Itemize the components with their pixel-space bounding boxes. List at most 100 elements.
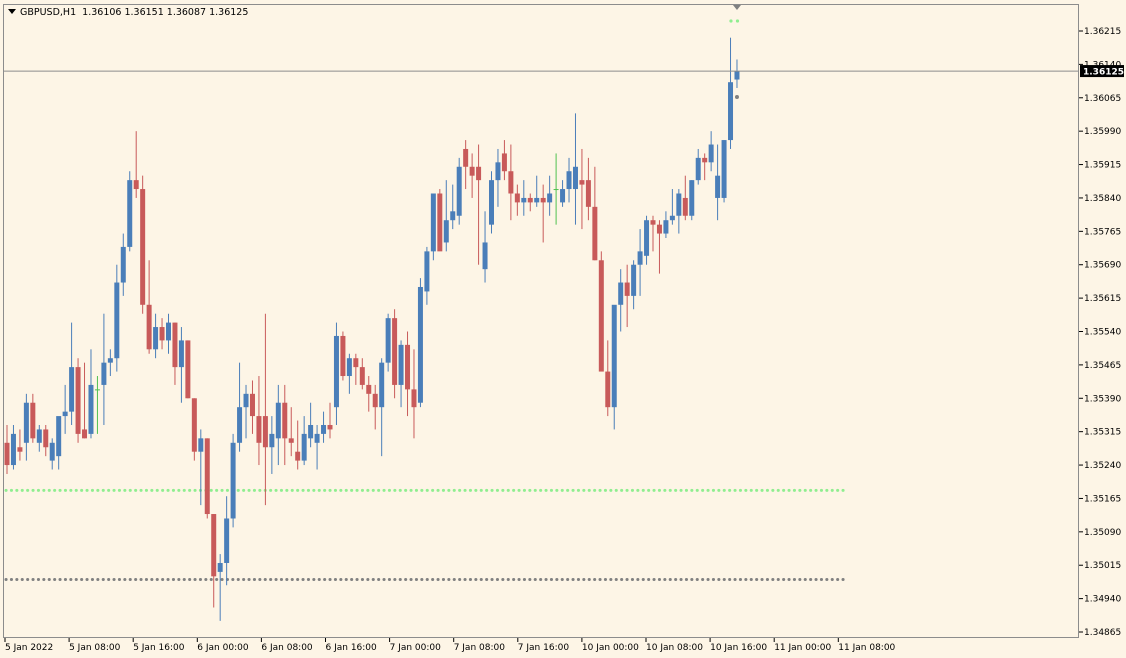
candle-body[interactable]: [36, 429, 42, 443]
candle-body[interactable]: [101, 362, 107, 385]
candle-body[interactable]: [637, 251, 643, 265]
candle-body[interactable]: [495, 162, 501, 181]
candle-body[interactable]: [120, 246, 126, 283]
candle-body[interactable]: [230, 442, 236, 519]
candle-body[interactable]: [166, 322, 171, 341]
candle-body[interactable]: [249, 393, 255, 417]
candle-body[interactable]: [269, 433, 275, 448]
candle-body[interactable]: [75, 367, 81, 434]
candle-body[interactable]: [566, 171, 572, 190]
price-chart[interactable]: 1.362151.361401.360651.359901.359151.358…: [0, 0, 1126, 658]
candle-body[interactable]: [114, 282, 120, 359]
candle-body[interactable]: [262, 416, 268, 448]
candle-body[interactable]: [94, 389, 100, 391]
candle-body[interactable]: [424, 251, 430, 292]
candle-body[interactable]: [314, 433, 320, 443]
candle-body[interactable]: [695, 157, 701, 181]
candle-body[interactable]: [237, 407, 243, 443]
candle-body[interactable]: [204, 438, 210, 515]
candle-body[interactable]: [411, 389, 417, 408]
candle-body[interactable]: [308, 424, 314, 439]
candle-body[interactable]: [553, 189, 559, 191]
candle-body[interactable]: [140, 189, 146, 305]
chart-window[interactable]: 1.362151.361401.360651.359901.359151.358…: [0, 0, 1126, 658]
candle-body[interactable]: [353, 358, 359, 368]
candle-body[interactable]: [514, 193, 520, 203]
candle-body[interactable]: [430, 193, 436, 252]
candle-body[interactable]: [295, 451, 301, 461]
candle-body[interactable]: [624, 282, 630, 296]
candle-body[interactable]: [437, 193, 443, 252]
candle-body[interactable]: [689, 180, 695, 216]
candle-body[interactable]: [359, 367, 365, 385]
candle-body[interactable]: [534, 197, 540, 203]
candle-body[interactable]: [682, 197, 688, 216]
candle-body[interactable]: [508, 171, 514, 194]
candle-body[interactable]: [527, 197, 533, 203]
candle-body[interactable]: [669, 215, 675, 221]
candle-body[interactable]: [217, 562, 223, 572]
candle-body[interactable]: [191, 398, 197, 452]
candle-body[interactable]: [708, 144, 714, 163]
candle-body[interactable]: [734, 71, 740, 80]
candle-body[interactable]: [211, 514, 217, 577]
candle-body[interactable]: [153, 327, 159, 350]
candle-body[interactable]: [288, 438, 294, 443]
candle-body[interactable]: [340, 335, 346, 377]
candle-body[interactable]: [598, 260, 604, 372]
candle-body[interactable]: [385, 318, 391, 363]
candle-body[interactable]: [256, 416, 262, 443]
candle-body[interactable]: [346, 358, 352, 377]
candle-body[interactable]: [17, 447, 23, 452]
candle-body[interactable]: [49, 442, 55, 461]
candle-body[interactable]: [676, 193, 682, 216]
candle-body[interactable]: [88, 384, 94, 434]
candle-body[interactable]: [127, 180, 133, 247]
candle-body[interactable]: [301, 433, 307, 461]
candle-body[interactable]: [618, 282, 624, 305]
candle-body[interactable]: [476, 166, 482, 181]
candle-body[interactable]: [321, 424, 327, 434]
candle-body[interactable]: [521, 197, 527, 203]
candle-body[interactable]: [56, 416, 62, 457]
candle-body[interactable]: [721, 140, 727, 198]
candle-body[interactable]: [327, 424, 333, 430]
candle-body[interactable]: [579, 180, 585, 185]
candle-body[interactable]: [450, 211, 456, 221]
candle-body[interactable]: [547, 193, 553, 203]
candle-body[interactable]: [417, 286, 423, 403]
candle-body[interactable]: [4, 442, 10, 466]
candle-body[interactable]: [405, 344, 411, 390]
candle-body[interactable]: [663, 220, 669, 234]
candle-body[interactable]: [172, 322, 178, 368]
candle-body[interactable]: [463, 148, 469, 167]
candle-body[interactable]: [62, 411, 68, 417]
candle-body[interactable]: [185, 340, 191, 399]
candle-body[interactable]: [482, 242, 488, 270]
candle-body[interactable]: [398, 344, 404, 385]
candle-body[interactable]: [560, 189, 566, 203]
candle-body[interactable]: [82, 429, 88, 439]
candle-body[interactable]: [282, 402, 288, 439]
candle-body[interactable]: [107, 358, 113, 363]
candle-body[interactable]: [702, 157, 708, 163]
candle-body[interactable]: [592, 206, 598, 261]
candle-body[interactable]: [224, 518, 230, 563]
candle-body[interactable]: [198, 438, 204, 452]
candle-body[interactable]: [10, 433, 16, 466]
candle-body[interactable]: [379, 362, 385, 408]
candle-body[interactable]: [178, 340, 184, 368]
candle-body[interactable]: [275, 402, 281, 439]
candle-body[interactable]: [585, 180, 591, 207]
candle-body[interactable]: [366, 384, 372, 394]
candle-body[interactable]: [631, 264, 637, 296]
candle-body[interactable]: [43, 429, 49, 448]
candle-body[interactable]: [501, 153, 507, 172]
candle-body[interactable]: [572, 166, 578, 190]
candle-body[interactable]: [611, 304, 617, 408]
candle-body[interactable]: [489, 180, 494, 225]
candle-body[interactable]: [443, 220, 449, 243]
candle-body[interactable]: [333, 335, 339, 408]
candle-body[interactable]: [243, 393, 249, 408]
candle-body[interactable]: [392, 318, 398, 385]
